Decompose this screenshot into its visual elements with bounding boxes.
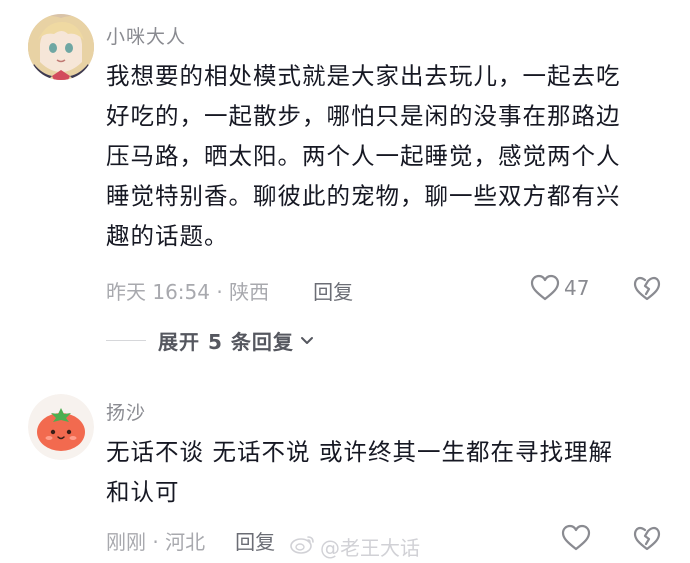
reply-button[interactable]: 回复 xyxy=(313,276,353,305)
time-location: 昨天 16:54 · 陕西 xyxy=(106,280,270,304)
expand-replies-label: 展开 5 条回复 xyxy=(158,330,294,354)
time-location: 刚刚 · 河北 xyxy=(106,530,206,554)
username[interactable]: 扬沙 xyxy=(106,398,146,425)
expand-replies-button[interactable]: 展开 5 条回复 xyxy=(106,326,314,355)
reply-button[interactable]: 回复 xyxy=(235,526,275,555)
chevron-down-icon xyxy=(300,336,313,344)
username[interactable]: 小咪大人 xyxy=(106,22,186,49)
comment-1: 小咪大人 我想要的相处模式就是大家出去玩儿，一起去吃 好吃的，一起散步，哪怕只是… xyxy=(0,0,690,380)
comment-line: 趣的话题。 xyxy=(106,222,229,250)
heart-outline-icon xyxy=(530,274,560,302)
comment-line: 压马路，晒太阳。两个人一起睡觉，感觉两个人 xyxy=(106,142,621,170)
like-button[interactable] xyxy=(561,524,591,552)
comment-line: 睡觉特别香。聊彼此的宠物，聊一些双方都有兴 xyxy=(106,182,621,210)
weibo-logo-icon xyxy=(290,534,316,559)
watermark: @老王大话 xyxy=(290,532,420,561)
like-button[interactable]: 47 xyxy=(530,274,589,302)
dislike-button[interactable] xyxy=(633,526,661,552)
comment-line: 我想要的相处模式就是大家出去玩儿，一起去吃 xyxy=(106,62,621,90)
comment-meta: 昨天 16:54 · 陕西 回复 xyxy=(106,276,353,305)
tomato-avatar-image xyxy=(28,394,94,460)
broken-heart-icon xyxy=(633,276,661,302)
broken-heart-icon xyxy=(633,526,661,552)
watermark-text: @老王大话 xyxy=(320,536,420,560)
comment-line: 和认可 xyxy=(106,478,180,506)
avatar[interactable] xyxy=(28,394,94,460)
comment-text: 无话不谈 无话不说 或许终其一生都在寻找理解 和认可 xyxy=(106,432,666,512)
comment-line: 好吃的，一起散步，哪怕只是闲的没事在那路边 xyxy=(106,102,621,130)
dislike-button[interactable] xyxy=(633,276,661,302)
divider-line xyxy=(106,340,146,341)
comment-line: 无话不谈 无话不说 或许终其一生都在寻找理解 xyxy=(106,438,613,466)
comment-meta: 刚刚 · 河北 回复 xyxy=(106,526,275,555)
comment-text: 我想要的相处模式就是大家出去玩儿，一起去吃 好吃的，一起散步，哪怕只是闲的没事在… xyxy=(106,56,666,256)
anime-girl-avatar-image xyxy=(28,14,94,80)
like-count: 47 xyxy=(564,276,590,300)
avatar[interactable] xyxy=(28,14,94,80)
heart-outline-icon xyxy=(561,524,591,552)
